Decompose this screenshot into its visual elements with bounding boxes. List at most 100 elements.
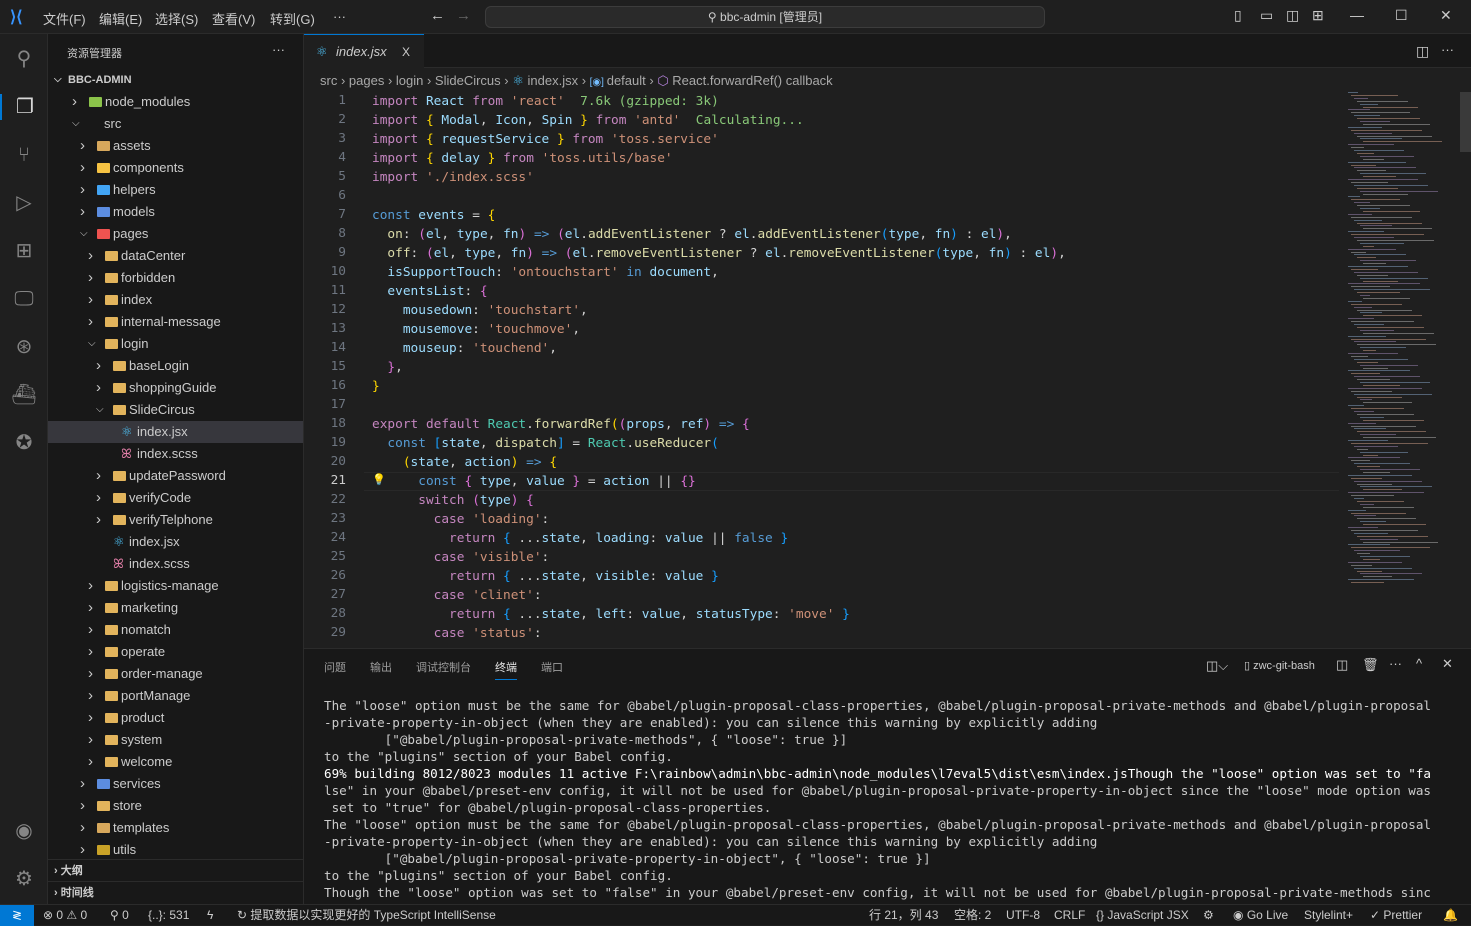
breadcrumb-item[interactable]: pages — [349, 73, 384, 88]
tree-item[interactable]: › baseLogin — [48, 355, 303, 377]
gitlens-icon[interactable]: ✪ — [11, 430, 37, 456]
menu-item[interactable]: ··· — [333, 9, 346, 24]
explorer-more-button[interactable]: ··· — [272, 42, 285, 57]
explorer-icon[interactable]: ❐ — [0, 94, 48, 120]
tree-item[interactable]: › product — [48, 707, 303, 729]
tree-item[interactable]: › system — [48, 729, 303, 751]
docker-icon[interactable]: ⛴ — [11, 382, 37, 408]
tree-item[interactable]: ⌵ SlideCircus — [48, 399, 303, 421]
maximize-panel-chevron-up-icon[interactable]: ^ — [1416, 656, 1422, 671]
command-center-search[interactable]: ⚲ bbc-admin [管理员] — [485, 6, 1045, 28]
go-live-button[interactable]: ◉ Go Live — [1233, 905, 1288, 925]
remote-explorer-icon[interactable]: 🖵 — [11, 286, 37, 312]
remote-indicator-icon[interactable]: ≷ — [0, 905, 34, 926]
tree-item[interactable]: ⚛ index.jsx — [48, 421, 303, 443]
breadcrumb-item[interactable]: default — [607, 73, 646, 88]
back-arrow-icon[interactable]: ← — [430, 7, 445, 24]
tree-item[interactable]: ⌵ src — [48, 113, 303, 135]
workspace-root[interactable]: ⌵ BBC-ADMIN — [48, 69, 303, 91]
tree-item[interactable]: ꕤ index.scss — [48, 443, 303, 465]
toggle-panel-icon[interactable]: ▭ — [1260, 7, 1273, 24]
forward-arrow-icon[interactable]: → — [456, 7, 471, 24]
tab-index-jsx[interactable]: ⚛ index.jsx X — [304, 34, 424, 69]
tree-item[interactable]: ⌵ login — [48, 333, 303, 355]
kill-terminal-trash-icon[interactable]: 🗑 — [1362, 657, 1379, 673]
outline-section[interactable]: › 大纲 — [48, 859, 303, 881]
tree-item[interactable]: › services — [48, 773, 303, 795]
tree-item[interactable]: › node_modules — [48, 91, 303, 113]
tree-item[interactable]: › verifyCode — [48, 487, 303, 509]
customize-layout-icon[interactable]: ⊞ — [1312, 7, 1324, 24]
problems-indicator[interactable]: ⊗ 0 ⚠ 0 — [43, 905, 87, 925]
extensions-icon[interactable]: ⊞ — [11, 238, 37, 264]
tree-item[interactable]: › components — [48, 157, 303, 179]
stylelint-status[interactable]: Stylelint+ — [1304, 905, 1353, 925]
terminal-instance[interactable]: ▯ zwc-git-bash — [1244, 659, 1315, 672]
panel-tab[interactable]: 输出 — [370, 659, 392, 675]
prettier-status[interactable]: ✓ Prettier — [1370, 905, 1422, 925]
source-control-icon[interactable]: ⑂ — [11, 142, 37, 168]
tree-item[interactable]: › verifyTelphone — [48, 509, 303, 531]
tree-item[interactable]: › operate — [48, 641, 303, 663]
tree-item[interactable]: › welcome — [48, 751, 303, 773]
toggle-sidebar-icon[interactable]: ▯ — [1234, 7, 1242, 24]
tree-item[interactable]: ⚛ index.jsx — [48, 531, 303, 553]
panel-tab[interactable]: 终端 — [495, 659, 517, 680]
tree-item[interactable]: › helpers — [48, 179, 303, 201]
menu-item[interactable]: 转到(G) — [270, 9, 315, 28]
more-icon[interactable]: ··· — [1389, 656, 1402, 671]
tree-item[interactable]: › forbidden — [48, 267, 303, 289]
toggle-secondary-sidebar-icon[interactable]: ◫ — [1286, 7, 1299, 24]
breadcrumb-item[interactable]: SlideCircus — [435, 73, 501, 88]
tree-item[interactable]: › dataCenter — [48, 245, 303, 267]
minimize-button[interactable]: — — [1350, 7, 1364, 23]
breadcrumb-item[interactable]: React.forwardRef() callback — [672, 73, 832, 88]
tree-item[interactable]: › models — [48, 201, 303, 223]
close-panel-icon[interactable]: ✕ — [1442, 656, 1453, 672]
tree-item[interactable]: › portManage — [48, 685, 303, 707]
notifications-bell-icon[interactable]: 🔔 — [1443, 905, 1458, 925]
code-editor[interactable]: 1 import React from 'react' 7.6k (gzipped… — [304, 92, 1344, 648]
menu-item[interactable]: 编辑(E) — [99, 9, 142, 28]
panel-tab[interactable]: 调试控制台 — [416, 659, 471, 675]
maximize-button[interactable]: ☐ — [1395, 7, 1408, 24]
minimap[interactable] — [1344, 92, 1460, 584]
line-ending[interactable]: CRLF — [1054, 905, 1085, 925]
lightning-icon[interactable]: ϟ — [207, 905, 213, 925]
split-terminal-icon[interactable]: ◫ — [1336, 657, 1348, 673]
tree-item[interactable]: › updatePassword — [48, 465, 303, 487]
panel-tab[interactable]: 问题 — [324, 659, 346, 675]
settings-gear-icon[interactable]: ⚙ — [11, 866, 37, 892]
run-debug-icon[interactable]: ▷ — [11, 190, 37, 216]
selector-count[interactable]: {..}: 531 — [148, 905, 189, 925]
tree-item[interactable]: › marketing — [48, 597, 303, 619]
git-graph-icon[interactable]: ⊛ — [11, 334, 37, 360]
more-actions-icon[interactable]: ··· — [1441, 42, 1454, 57]
extension-icon[interactable]: ⚙ — [1203, 905, 1214, 925]
panel-tab[interactable]: 端口 — [541, 659, 563, 675]
tree-item[interactable]: › internal-message — [48, 311, 303, 333]
tree-item[interactable]: ⌵ pages — [48, 223, 303, 245]
tree-item[interactable]: › templates — [48, 817, 303, 839]
menu-item[interactable]: 查看(V) — [212, 9, 255, 28]
editor-scrollbar[interactable] — [1460, 92, 1471, 152]
ports-indicator[interactable]: ⚲ 0 — [110, 905, 129, 925]
tree-item[interactable]: › index — [48, 289, 303, 311]
language-mode[interactable]: {} JavaScript JSX — [1096, 905, 1189, 925]
split-editor-icon[interactable]: ◫ — [1416, 43, 1429, 60]
tree-item[interactable]: ꕤ index.scss — [48, 553, 303, 575]
task-status[interactable]: ↻ 提取数据以实现更好的 TypeScript IntelliSense — [237, 905, 496, 925]
timeline-section[interactable]: › 时间线 — [48, 881, 303, 903]
close-tab-icon[interactable]: X — [402, 35, 410, 69]
menu-item[interactable]: 文件(F) — [43, 9, 86, 28]
encoding[interactable]: UTF-8 — [1006, 905, 1040, 925]
indentation[interactable]: 空格: 2 — [954, 905, 991, 925]
cursor-position[interactable]: 行 21，列 43 — [869, 905, 938, 925]
close-window-button[interactable]: ✕ — [1440, 7, 1452, 24]
tree-item[interactable]: › shoppingGuide — [48, 377, 303, 399]
tree-item[interactable]: › logistics-manage — [48, 575, 303, 597]
breadcrumb-item[interactable]: index.jsx — [528, 73, 579, 88]
tree-item[interactable]: › nomatch — [48, 619, 303, 641]
tree-item[interactable]: › store — [48, 795, 303, 817]
new-terminal-dropdown[interactable]: ◫⌵ — [1206, 658, 1228, 674]
